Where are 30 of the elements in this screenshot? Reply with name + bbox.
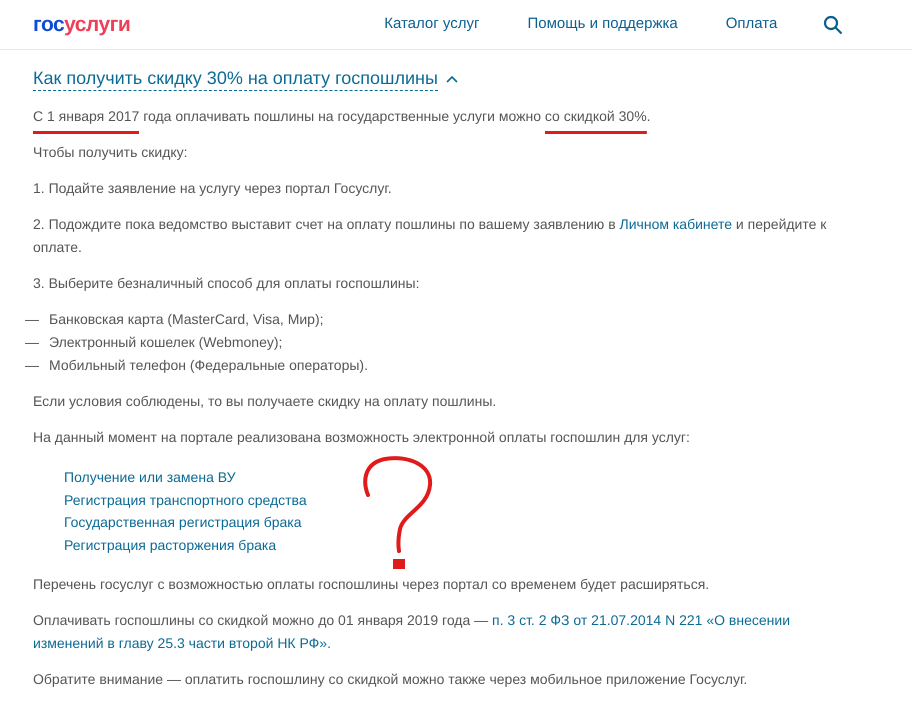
paragraph: Перечень госуслуг с возможностью оплаты госпошлины через портал со временем будет расширяться. (33, 575, 710, 594)
dash-marker: — (25, 333, 39, 352)
dash-marker: — (25, 310, 39, 329)
list-item-text: Банковская карта (MasterCard, Visa, Мир); (49, 310, 324, 329)
text-link[interactable]: Личном кабинете (620, 216, 732, 232)
section-title[interactable]: Как получить скидку 30% на оплату госпошлины (33, 66, 438, 91)
service-link[interactable]: Государственная регистрация брака (64, 511, 302, 534)
service-link[interactable]: Получение или замена ВУ (64, 466, 236, 488)
paragraph: Если условия соблюдены, то вы получаете скидку на оплату пошлины. (33, 392, 498, 411)
chevron-up-icon[interactable] (446, 74, 458, 82)
dash-marker: — (25, 356, 39, 375)
paragraph: На данный момент на портале реализована возможность электронной оплаты госпошлин для услуг: (33, 428, 691, 447)
paragraph: Обратите внимание — оплатить госпошлину со скидкой можно также через мобильное приложение Госуслуг. (33, 670, 748, 689)
service-link[interactable]: Регистрация транспортного средства (64, 488, 307, 511)
list-item-text: Электронный кошелек (Webmoney); (49, 333, 282, 352)
logo[interactable]: госуслуги (33, 8, 130, 40)
paragraph: 1. Подайте заявление на услугу через портал Госуслуг. (33, 179, 393, 198)
nav-link[interactable]: Оплата (726, 13, 778, 36)
paragraph: Оплачивать госпошлины со скидкой можно до 01 января 2019 года — п. 3 ст. 2 ФЗ от 21.07.2014 N 221 «О внесении изменений в главу 25.3 части второй НК РФ». (33, 611, 792, 653)
paragraph: 2. Подождите пока ведомство выставит счет на оплату пошлины по вашему заявлению в Личном кабинете и перейдите к оплате. (33, 215, 828, 257)
paragraph: 3. Выберите безналичный способ для оплаты госпошлины: (33, 274, 420, 293)
paragraph: С 1 января 2017 года оплачивать пошлины на государственные услуги можно со скидкой 30%. (33, 105, 867, 136)
service-link[interactable]: Регистрация расторжения брака (64, 534, 276, 556)
search-icon[interactable] (823, 14, 844, 34)
paragraph: Чтобы получить скидку: (33, 143, 189, 162)
list-item-text: Мобильный телефон (Федеральные операторы). (49, 356, 368, 375)
text-link[interactable]: п. 3 ст. 2 ФЗ от 21.07.2014 N 221 «О внесении (492, 612, 790, 628)
nav-link[interactable]: Помощь и поддержка (527, 13, 678, 36)
nav-link[interactable]: Каталог услуг (384, 13, 480, 36)
text-link[interactable]: изменений в главу 25.3 части второй НК РФ» (33, 635, 328, 651)
